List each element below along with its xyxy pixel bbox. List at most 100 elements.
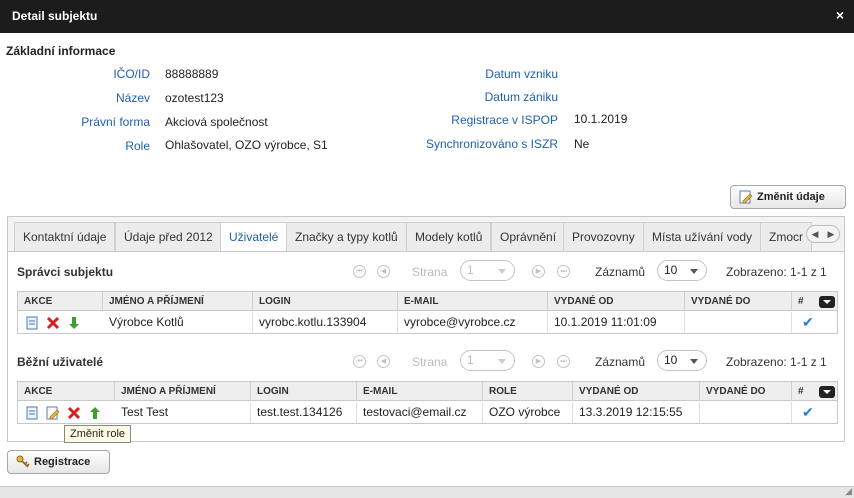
users-last-page-icon[interactable]: ⏭: [557, 355, 570, 368]
tab-data-before-2012[interactable]: Údaje před 2012: [115, 222, 222, 251]
change-data-button[interactable]: Změnit údaje: [730, 185, 846, 209]
chevron-down-icon: [690, 269, 698, 274]
column-menu-icon[interactable]: [819, 386, 835, 398]
admins-col-login[interactable]: LOGIN: [253, 292, 398, 311]
users-page-label: Strana: [412, 355, 448, 369]
legal-form-label: Právní forma: [81, 115, 150, 129]
users-col-issued-from[interactable]: VYDANÉ OD: [573, 382, 700, 401]
tab-scroll-right-icon[interactable]: ▶: [823, 226, 839, 242]
arrow-up-icon[interactable]: [88, 406, 102, 420]
basic-info-title: Základní informace: [6, 44, 116, 58]
admins-records-select[interactable]: 10: [657, 260, 707, 281]
name-value: ozotest123: [165, 91, 224, 105]
admin-issued-to-cell: [685, 312, 792, 333]
ico-label: IČO/ID: [113, 67, 150, 81]
admins-grid: AKCE JMÉNO A PŘÍJMENÍ LOGIN E-MAIL VYDAN…: [17, 291, 838, 334]
users-col-actions: AKCE: [18, 382, 115, 401]
users-grid: AKCE JMÉNO A PŘÍJMENÍ LOGIN E-MAIL ROLE …: [17, 381, 838, 424]
admins-grid-header: AKCE JMÉNO A PŘÍJMENÍ LOGIN E-MAIL VYDAN…: [18, 292, 837, 311]
user-role-cell: OZO výrobce: [483, 402, 573, 423]
admins-next-page-icon[interactable]: ▶: [532, 265, 545, 278]
delete-icon[interactable]: [67, 406, 81, 420]
tab-contact[interactable]: Kontaktní údaje: [14, 222, 116, 251]
edit-role-icon[interactable]: [46, 406, 60, 420]
dialog-footer: ◢: [0, 486, 854, 498]
users-next-page-icon[interactable]: ▶: [532, 355, 545, 368]
delete-icon[interactable]: [46, 316, 60, 330]
tab-boiler-models[interactable]: Modely kotlů: [406, 222, 492, 251]
chevron-down-icon: [498, 269, 506, 274]
founded-date-label: Datum vzniku: [485, 67, 558, 81]
users-col-role[interactable]: ROLE: [483, 382, 573, 401]
tab-scroll-left-icon[interactable]: ◀: [807, 226, 823, 242]
users-page-value: 1: [467, 353, 474, 367]
admins-records-value: 10: [664, 263, 678, 277]
dissolved-date-label: Datum zániku: [484, 90, 558, 104]
users-records-value: 10: [664, 353, 678, 367]
iszr-sync-value: Ne: [574, 137, 590, 151]
user-issued-to-cell: [700, 402, 792, 423]
ispop-registration-value: 10.1.2019: [574, 112, 628, 126]
tab-boiler-brands[interactable]: Značky a typy kotlů: [286, 222, 407, 251]
admin-login-cell: vyrobc.kotlu.133904: [253, 312, 398, 333]
users-page-select[interactable]: 1: [460, 350, 515, 371]
tab-users[interactable]: Uživatelé: [220, 222, 288, 251]
resize-handle-icon[interactable]: ◢: [845, 486, 852, 497]
change-role-tooltip: Změnit role: [64, 425, 132, 443]
admins-col-name[interactable]: JMÉNO A PŘÍJMENÍ: [103, 292, 253, 311]
tab-premises[interactable]: Provozovny: [563, 222, 644, 251]
tab-permissions[interactable]: Oprávnění: [491, 222, 566, 251]
role-label: Role: [125, 139, 150, 153]
tab-water-use-places[interactable]: Místa užívání vody: [643, 222, 762, 251]
edit-document-icon: [739, 190, 753, 204]
users-col-email[interactable]: E-MAIL: [357, 382, 483, 401]
admins-shown-count: Zobrazeno: 1-1 z 1: [726, 265, 827, 279]
admins-last-page-icon[interactable]: ⏭: [557, 265, 570, 278]
close-icon[interactable]: ×: [836, 7, 844, 23]
change-data-label: Změnit údaje: [757, 191, 825, 203]
users-first-page-icon[interactable]: ⏮: [353, 355, 366, 368]
users-col-name[interactable]: JMÉNO A PŘÍJMENÍ: [115, 382, 251, 401]
ispop-registration-label: Registrace v ISPOP: [451, 113, 558, 127]
admins-col-email[interactable]: E-MAIL: [398, 292, 548, 311]
name-label: Název: [115, 91, 150, 105]
arrow-down-icon[interactable]: [67, 316, 81, 330]
admins-page-select[interactable]: 1: [460, 260, 515, 281]
document-icon[interactable]: [25, 316, 39, 330]
admins-records-label: Záznamů: [595, 265, 646, 279]
users-prev-page-icon[interactable]: ◀: [377, 355, 390, 368]
chevron-down-icon: [690, 359, 698, 364]
users-title: Běžní uživatelé: [17, 355, 104, 369]
users-col-issued-to[interactable]: VYDANÉ DO: [700, 382, 792, 401]
tab-authorizations[interactable]: Zmocr: [760, 222, 812, 251]
subject-detail-dialog: Detail subjektu × Základní informace IČO…: [0, 0, 854, 498]
admins-col-actions: AKCE: [18, 292, 103, 311]
tabs-panel: Kontaktní údaje Údaje před 2012 Uživatel…: [7, 216, 845, 442]
admin-email-cell: vyrobce@vyrobce.cz: [398, 312, 548, 333]
users-records-label: Záznamů: [595, 355, 646, 369]
admins-first-page-icon[interactable]: ⏮: [353, 265, 366, 278]
column-menu-icon[interactable]: [819, 296, 835, 308]
dialog-title: Detail subjektu: [12, 9, 98, 23]
tab-scroll-controls: ◀ ▶: [806, 225, 840, 243]
users-records-select[interactable]: 10: [657, 350, 707, 371]
user-email-cell: testovaci@email.cz: [357, 402, 483, 423]
users-shown-count: Zobrazeno: 1-1 z 1: [726, 355, 827, 369]
admins-prev-page-icon[interactable]: ◀: [377, 265, 390, 278]
user-issued-from-cell: 13.3.2019 12:15:55: [573, 402, 700, 423]
registration-button[interactable]: Registrace: [7, 450, 110, 474]
admins-col-issued-from[interactable]: VYDANÉ OD: [548, 292, 685, 311]
key-icon: [16, 455, 30, 468]
iszr-sync-label: Synchronizováno s ISZR: [425, 137, 558, 151]
dialog-titlebar: Detail subjektu ×: [0, 0, 854, 33]
document-icon[interactable]: [25, 406, 39, 420]
role-value: Ohlašovatel, OZO výrobce, S1: [165, 138, 328, 152]
check-icon[interactable]: ✔: [792, 402, 837, 423]
user-login-cell: test.test.134126: [251, 402, 357, 423]
legal-form-value: Akciová společnost: [165, 115, 268, 129]
admins-col-issued-to[interactable]: VYDANÉ DO: [685, 292, 792, 311]
admins-title: Správci subjektu: [17, 265, 114, 279]
users-col-login[interactable]: LOGIN: [251, 382, 357, 401]
ico-value: 88888889: [165, 67, 219, 81]
check-icon[interactable]: ✔: [792, 312, 837, 333]
